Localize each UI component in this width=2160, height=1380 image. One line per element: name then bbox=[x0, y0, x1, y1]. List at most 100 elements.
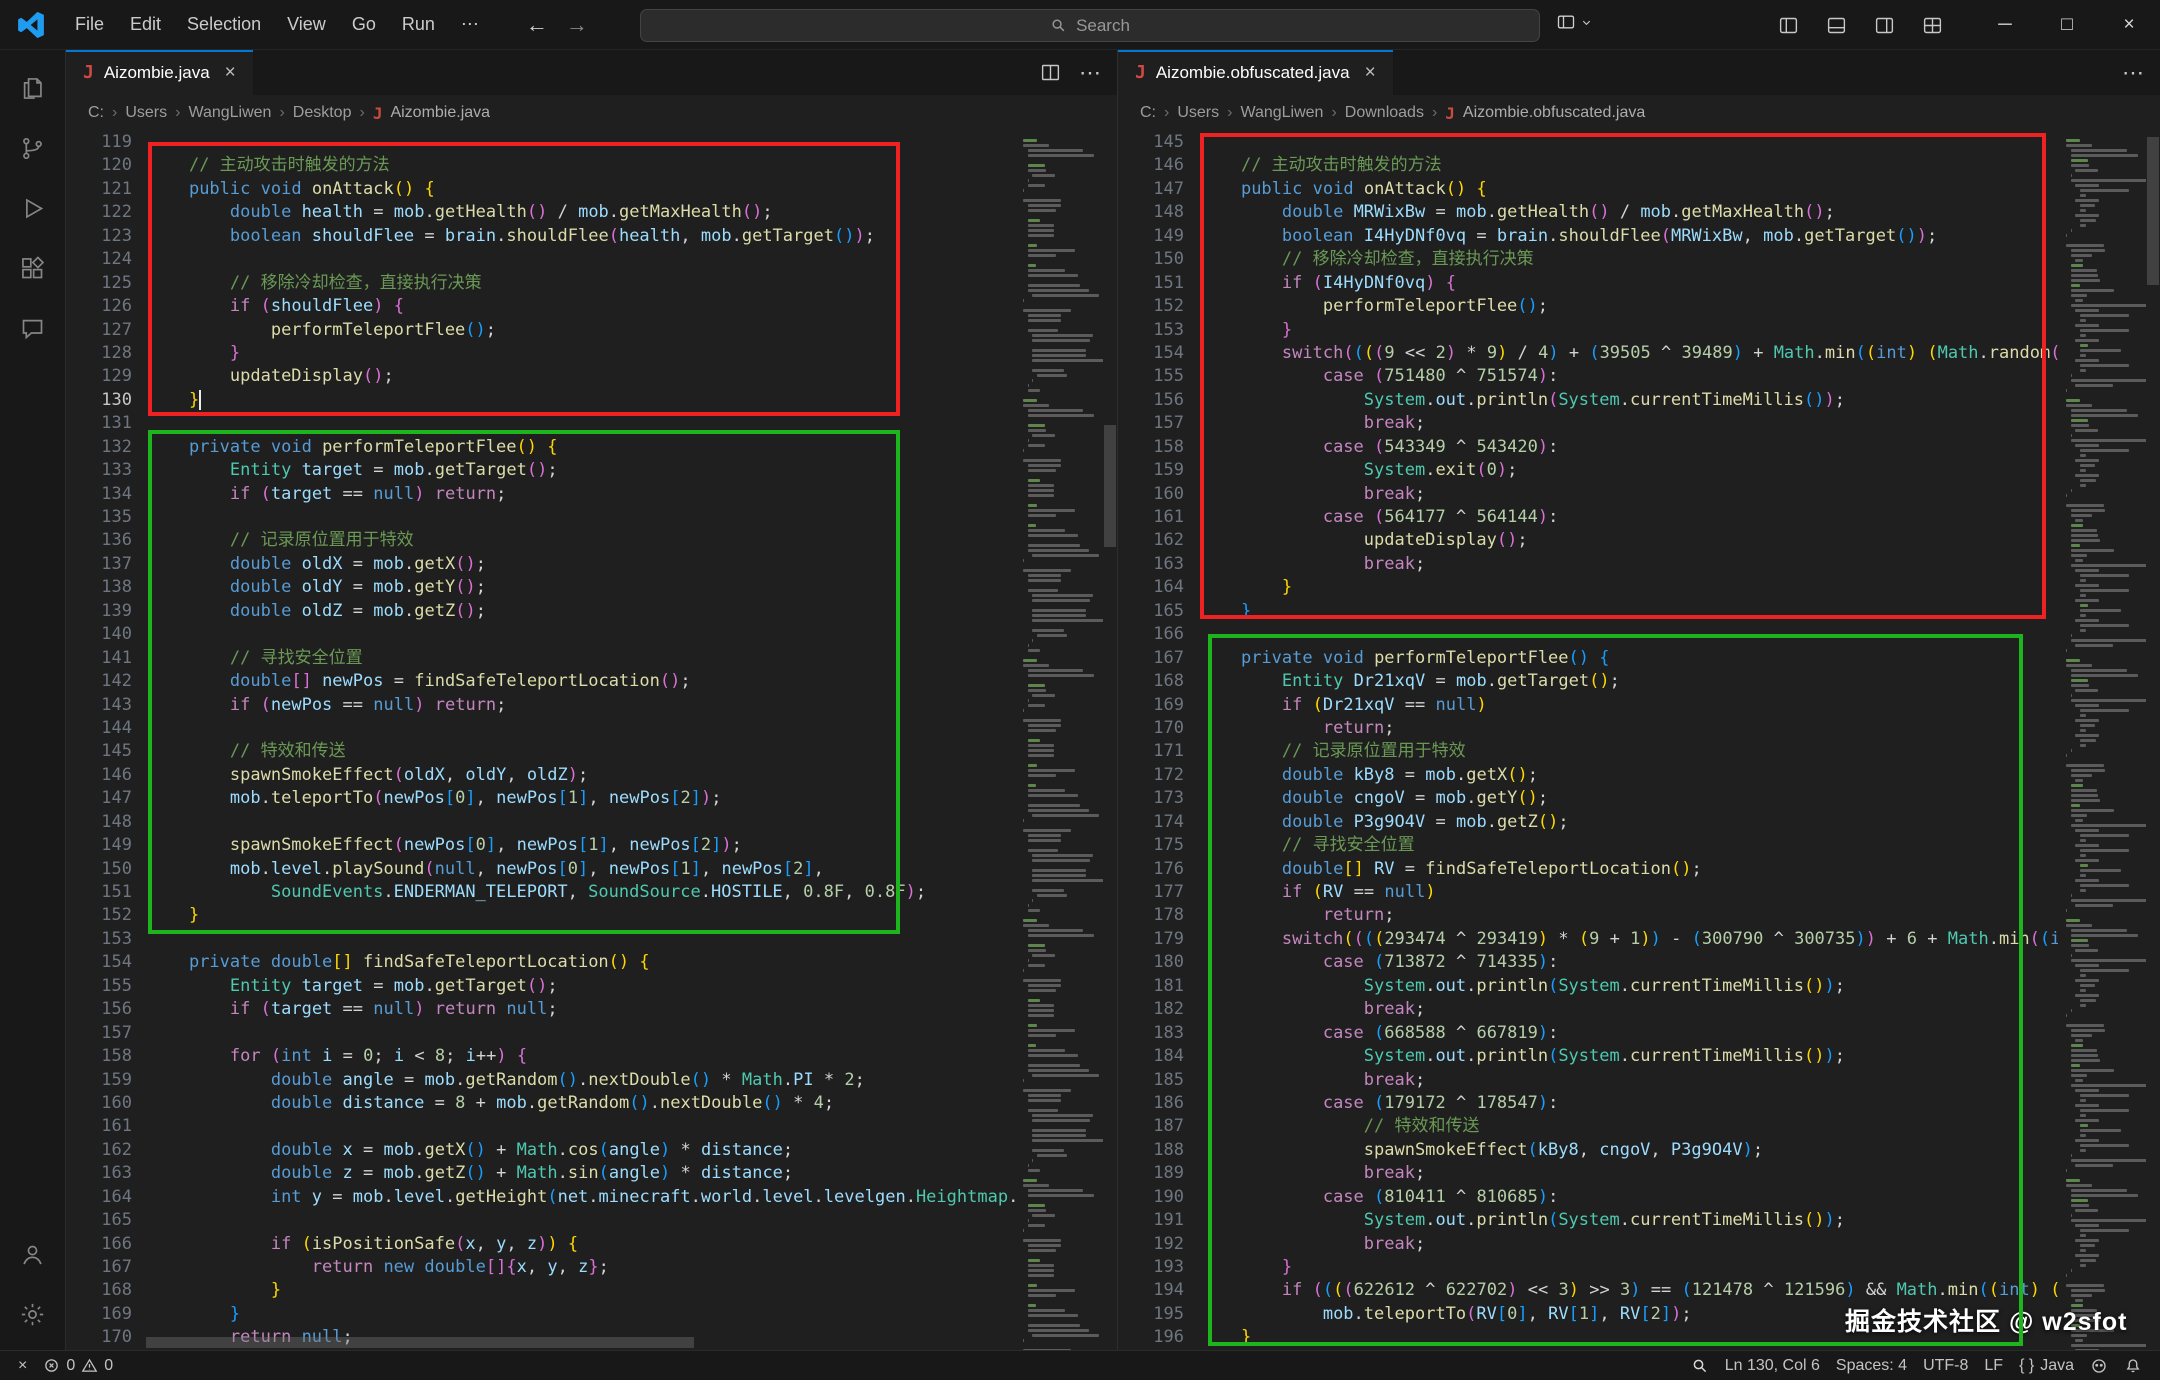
left-scrollbar[interactable] bbox=[1103, 131, 1117, 1350]
code-line[interactable] bbox=[148, 928, 1015, 951]
line-number[interactable]: 153 bbox=[1118, 319, 1184, 342]
line-number[interactable]: 140 bbox=[66, 623, 132, 646]
line-number[interactable]: 123 bbox=[66, 225, 132, 248]
menu-view[interactable]: View bbox=[274, 7, 339, 43]
line-number[interactable]: 172 bbox=[1118, 764, 1184, 787]
line-number[interactable]: 136 bbox=[66, 529, 132, 552]
line-number[interactable]: 138 bbox=[66, 576, 132, 599]
code-line[interactable] bbox=[148, 1022, 1015, 1045]
code-line[interactable]: } bbox=[1200, 319, 2058, 342]
tab-close-icon[interactable]: × bbox=[1365, 62, 1376, 84]
breadcrumb-file[interactable]: Aizombie.obfuscated.java bbox=[1463, 104, 1645, 122]
code-line[interactable]: performTeleportFlee(); bbox=[148, 319, 1015, 342]
account-icon[interactable] bbox=[0, 1224, 66, 1284]
code-line[interactable]: double MRWixBw = mob.getHealth() / mob.g… bbox=[1200, 201, 2058, 224]
line-number[interactable]: 148 bbox=[66, 811, 132, 834]
code-line[interactable]: boolean I4HyDNf0vq = brain.shouldFlee(MR… bbox=[1200, 225, 2058, 248]
encoding-status[interactable]: UTF-8 bbox=[1915, 1357, 1976, 1375]
line-number[interactable]: 187 bbox=[1118, 1115, 1184, 1138]
code-line[interactable]: return; bbox=[1200, 717, 2058, 740]
code-line[interactable] bbox=[1200, 131, 2058, 154]
code-line[interactable]: double distance = 8 + mob.getRandom().ne… bbox=[148, 1092, 1015, 1115]
copilot-icon[interactable] bbox=[2082, 1357, 2116, 1375]
line-number[interactable]: 149 bbox=[66, 834, 132, 857]
line-number[interactable]: 152 bbox=[1118, 295, 1184, 318]
code-line[interactable]: if (isPositionSafe(x, y, z)) { bbox=[148, 1233, 1015, 1256]
line-number[interactable]: 147 bbox=[66, 787, 132, 810]
line-number[interactable]: 121 bbox=[66, 178, 132, 201]
code-line[interactable]: break; bbox=[1200, 483, 2058, 506]
line-number[interactable]: 146 bbox=[66, 764, 132, 787]
line-number[interactable]: 133 bbox=[66, 459, 132, 482]
code-line[interactable]: // 特效和传送 bbox=[148, 740, 1015, 763]
line-number[interactable]: 122 bbox=[66, 201, 132, 224]
breadcrumb-item[interactable]: C: bbox=[1140, 104, 1156, 122]
line-number[interactable]: 158 bbox=[1118, 436, 1184, 459]
extensions-icon[interactable] bbox=[0, 238, 66, 298]
line-number[interactable]: 173 bbox=[1118, 787, 1184, 810]
line-number[interactable]: 166 bbox=[66, 1233, 132, 1256]
code-line[interactable]: boolean shouldFlee = brain.shouldFlee(he… bbox=[148, 225, 1015, 248]
line-number[interactable]: 150 bbox=[66, 858, 132, 881]
line-number[interactable]: 184 bbox=[1118, 1045, 1184, 1068]
code-line[interactable]: double angle = mob.getRandom().nextDoubl… bbox=[148, 1069, 1015, 1092]
code-line[interactable] bbox=[148, 1209, 1015, 1232]
line-number[interactable]: 170 bbox=[66, 1326, 132, 1349]
line-number[interactable]: 156 bbox=[66, 998, 132, 1021]
line-number[interactable]: 161 bbox=[1118, 506, 1184, 529]
line-number[interactable]: 185 bbox=[1118, 1069, 1184, 1092]
toggle-panel-icon[interactable] bbox=[1816, 7, 1856, 43]
line-number[interactable]: 154 bbox=[66, 951, 132, 974]
breadcrumb-item[interactable]: WangLiwen bbox=[188, 104, 271, 122]
code-line[interactable]: break; bbox=[1200, 553, 2058, 576]
line-number[interactable]: 193 bbox=[1118, 1256, 1184, 1279]
menu-file[interactable]: File bbox=[62, 7, 117, 43]
line-number[interactable]: 135 bbox=[66, 506, 132, 529]
code-line[interactable]: case (668588 ^ 667819): bbox=[1200, 1022, 2058, 1045]
line-number[interactable]: 176 bbox=[1118, 858, 1184, 881]
code-line[interactable]: Entity target = mob.getTarget(); bbox=[148, 459, 1015, 482]
menu-edit[interactable]: Edit bbox=[117, 7, 174, 43]
close-button[interactable]: × bbox=[2098, 0, 2160, 50]
line-number[interactable]: 163 bbox=[66, 1162, 132, 1185]
code-line[interactable]: double oldZ = mob.getZ(); bbox=[148, 600, 1015, 623]
line-number[interactable]: 194 bbox=[1118, 1279, 1184, 1302]
line-number[interactable]: 154 bbox=[1118, 342, 1184, 365]
line-number[interactable]: 161 bbox=[66, 1115, 132, 1138]
explorer-icon[interactable] bbox=[0, 58, 66, 118]
split-editor-icon[interactable] bbox=[1040, 62, 1061, 83]
code-line[interactable]: double[] newPos = findSafeTeleportLocati… bbox=[148, 670, 1015, 693]
line-number[interactable]: 151 bbox=[1118, 272, 1184, 295]
code-line[interactable]: break; bbox=[1200, 412, 2058, 435]
right-code[interactable]: // 主动攻击时触发的方法 public void onAttack() { d… bbox=[1194, 131, 2058, 1350]
maximize-button[interactable]: □ bbox=[2036, 0, 2098, 50]
code-line[interactable] bbox=[148, 717, 1015, 740]
code-line[interactable]: private void performTeleportFlee() { bbox=[148, 436, 1015, 459]
line-number[interactable]: 167 bbox=[66, 1256, 132, 1279]
menu-overflow[interactable]: ⋯ bbox=[448, 7, 492, 43]
code-line[interactable]: if (Dr21xqV == null) bbox=[1200, 694, 2058, 717]
line-number[interactable]: 169 bbox=[66, 1303, 132, 1326]
left-code[interactable]: // 主动攻击时触发的方法 public void onAttack() { d… bbox=[142, 131, 1015, 1350]
menu-run[interactable]: Run bbox=[389, 7, 448, 43]
line-number[interactable]: 190 bbox=[1118, 1186, 1184, 1209]
code-line[interactable]: double z = mob.getZ() + Math.sin(angle) … bbox=[148, 1162, 1015, 1185]
search-box[interactable]: Search bbox=[640, 9, 1540, 42]
line-number[interactable]: 163 bbox=[1118, 553, 1184, 576]
line-number[interactable]: 149 bbox=[1118, 225, 1184, 248]
line-number[interactable]: 131 bbox=[66, 412, 132, 435]
code-line[interactable] bbox=[1200, 623, 2058, 646]
line-number[interactable]: 158 bbox=[66, 1045, 132, 1068]
code-line[interactable]: // 记录原位置用于特效 bbox=[1200, 740, 2058, 763]
code-line[interactable] bbox=[148, 506, 1015, 529]
left-minimap[interactable] bbox=[1015, 131, 1103, 1350]
line-number[interactable]: 155 bbox=[1118, 365, 1184, 388]
language-status[interactable]: { } Java bbox=[2011, 1357, 2082, 1375]
code-line[interactable]: double P3g9O4V = mob.getZ(); bbox=[1200, 811, 2058, 834]
cursor-position[interactable]: Ln 130, Col 6 bbox=[1717, 1357, 1828, 1375]
code-line[interactable]: Entity target = mob.getTarget(); bbox=[148, 975, 1015, 998]
code-line[interactable]: System.exit(0); bbox=[1200, 459, 2058, 482]
code-line[interactable]: case (543349 ^ 543420): bbox=[1200, 436, 2058, 459]
code-line[interactable]: double kBy8 = mob.getX(); bbox=[1200, 764, 2058, 787]
problems-indicator[interactable]: 0 0 bbox=[35, 1351, 121, 1380]
